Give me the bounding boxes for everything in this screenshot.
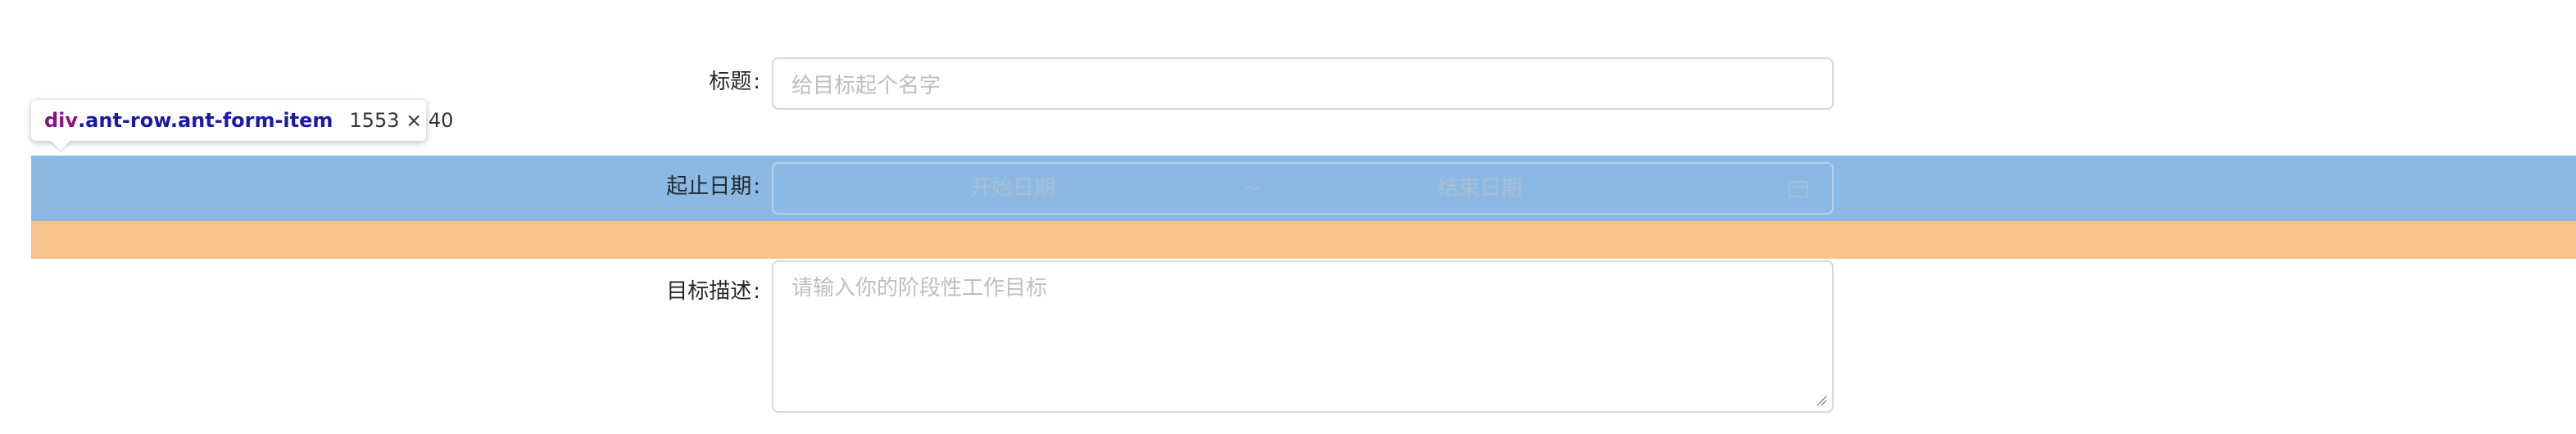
devtools-highlight-margin: [31, 221, 2576, 259]
page: 标题: 给目标起个名字 起止日期: 开始日期 ~ 结束日期 div .ant-ro…: [0, 0, 2576, 434]
title-label-colon: :: [753, 70, 760, 94]
end-date-input[interactable]: 结束日期: [1437, 164, 1522, 213]
date-range-label-text: 起止日期: [666, 174, 752, 199]
tooltip-tag-name: div: [44, 109, 79, 132]
devtools-element-tooltip: div .ant-row.ant-form-item 1553 × 40: [31, 100, 453, 141]
title-label: 标题:: [574, 66, 760, 98]
description-label: 目标描述:: [574, 275, 760, 308]
description-label-text: 目标描述: [666, 279, 752, 304]
start-date-input[interactable]: 开始日期: [970, 164, 1055, 213]
description-placeholder: 请输入你的阶段性工作目标: [791, 276, 1048, 301]
date-range-separator: ~: [1244, 176, 1262, 201]
description-label-colon: :: [753, 279, 760, 304]
tooltip-class-names: .ant-row.ant-form-item: [78, 109, 333, 132]
date-range-label: 起止日期:: [574, 170, 760, 203]
title-label-text: 标题: [709, 70, 752, 94]
title-input-placeholder: 给目标起个名字: [791, 73, 941, 98]
title-input[interactable]: 给目标起个名字: [772, 57, 1834, 110]
resize-handle-icon[interactable]: [1816, 395, 1827, 406]
description-textarea[interactable]: 请输入你的阶段性工作目标: [772, 260, 1834, 413]
date-range-label-colon: :: [753, 174, 760, 199]
tooltip-dimensions: 1553 × 40: [349, 109, 454, 132]
calendar-icon: [1789, 179, 1808, 197]
date-range-picker[interactable]: 开始日期 ~ 结束日期: [772, 162, 1834, 215]
